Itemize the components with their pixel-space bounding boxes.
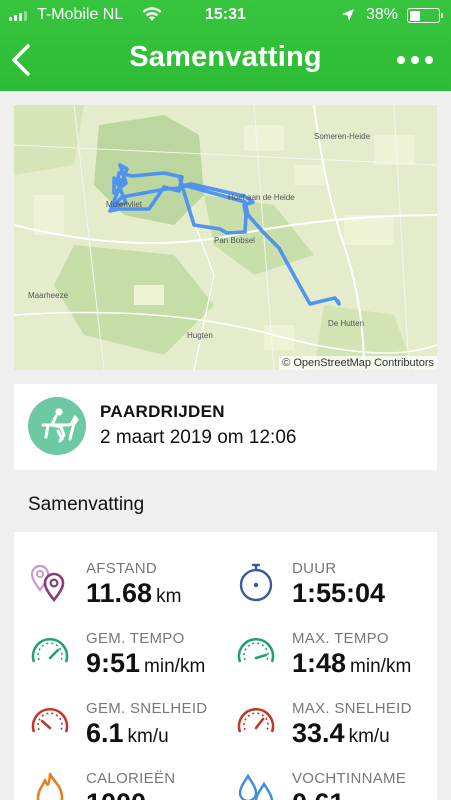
stat-value: 0,61 xyxy=(292,788,345,800)
map-label: Someren-Heide xyxy=(314,132,371,141)
stat-value: 6.1 km/u xyxy=(86,718,169,748)
stat-value: 1000 xyxy=(86,788,146,800)
stat-max-pace: MAX. TEMPO 1:48 min/km xyxy=(234,630,434,690)
stat-label: CALORIEËN xyxy=(86,770,176,787)
location-arrow-icon xyxy=(342,9,354,21)
section-title: Samenvatting xyxy=(28,494,145,515)
stopwatch-icon xyxy=(239,563,273,602)
map-label: De Hutten xyxy=(328,319,365,328)
battery-icon xyxy=(407,8,443,23)
signal-strength-icon xyxy=(9,11,27,21)
stat-calories: CALORIEËN 1000 xyxy=(28,770,228,800)
activity-card: PAARDRIJDEN 2 maart 2019 om 12:06 xyxy=(14,384,437,470)
stat-value: 11.68 km xyxy=(86,578,182,608)
stat-distance: AFSTAND 11.68 km xyxy=(28,560,228,620)
stat-duration: DUUR 1:55:04 xyxy=(234,560,434,620)
stat-avg-pace: GEM. TEMPO 9:51 min/km xyxy=(28,630,228,690)
activity-type: PAARDRIJDEN xyxy=(100,402,225,421)
stat-label: DUUR xyxy=(292,560,337,577)
navigation-bar: Samenvatting xyxy=(0,30,451,88)
map-label: Hoef aan de Heide xyxy=(228,193,295,202)
flame-icon xyxy=(36,772,64,800)
stat-value: 1:48 min/km xyxy=(292,648,412,678)
horse-riding-icon xyxy=(28,397,86,455)
stat-label: MAX. TEMPO xyxy=(292,630,389,647)
gauge-icon xyxy=(31,708,69,733)
stat-avg-speed: GEM. SNELHEID 6.1 km/u xyxy=(28,700,228,760)
stat-label: GEM. SNELHEID xyxy=(86,700,208,717)
page-title: Samenvatting xyxy=(129,41,322,73)
stat-label: VOCHTINNAME xyxy=(292,770,407,787)
map-label: Hugten xyxy=(187,331,213,340)
app-header: T-Mobile NL 15:31 38% Samenvatting xyxy=(0,0,451,91)
stat-max-speed: MAX. SNELHEID 33.4 km/u xyxy=(234,700,434,760)
route-map[interactable]: Molenvliet Hoef aan de Heide Pan Bobsel … xyxy=(14,105,437,370)
map-attribution[interactable]: © OpenStreetMap Contributors xyxy=(279,356,437,370)
carrier-name: T-Mobile NL xyxy=(37,6,124,23)
stat-value: 33.4 km/u xyxy=(292,718,390,748)
status-bar: T-Mobile NL 15:31 38% xyxy=(0,0,451,30)
stat-label: AFSTAND xyxy=(86,560,157,577)
gauge-icon xyxy=(31,638,69,663)
activity-date: 2 maart 2019 om 12:06 xyxy=(100,427,297,448)
stat-value: 1:55:04 xyxy=(292,578,386,608)
stats-card: AFSTAND 11.68 km DUUR 1:55:04 GEM. TEMPO … xyxy=(14,532,437,800)
stat-label: GEM. TEMPO xyxy=(86,630,185,647)
battery-percentage: 38% xyxy=(366,6,399,23)
stat-value: 9:51 min/km xyxy=(86,648,206,678)
wifi-icon xyxy=(142,7,162,21)
water-drops-icon xyxy=(238,773,274,800)
stat-label: MAX. SNELHEID xyxy=(292,700,412,717)
gauge-icon xyxy=(237,638,275,663)
map-label: Molenvliet xyxy=(106,200,143,209)
more-options-button[interactable] xyxy=(397,52,437,68)
distance-pin-icon xyxy=(30,564,65,603)
map-label: Maarheeze xyxy=(28,291,69,300)
stat-water-intake: VOCHTINNAME 0,61 xyxy=(234,770,434,800)
status-time: 15:31 xyxy=(205,6,246,23)
map-label: Pan Bobsel xyxy=(214,236,255,245)
gauge-icon xyxy=(237,708,275,733)
